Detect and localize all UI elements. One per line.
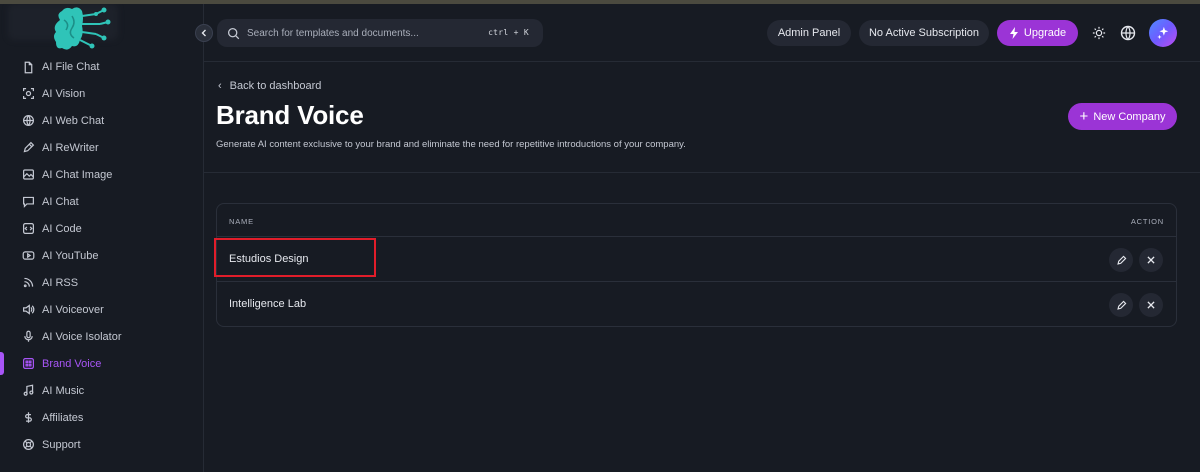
search-input[interactable] [247, 27, 477, 39]
globe-icon [21, 114, 35, 128]
search-bar[interactable]: ctrl + K [217, 19, 543, 47]
page-title: Brand Voice [216, 100, 364, 130]
main-content: ‹ Back to dashboard Brand Voice Generate… [204, 62, 1200, 472]
globe-icon [1120, 25, 1136, 41]
theme-toggle-button[interactable] [1088, 22, 1110, 44]
chevron-left-icon: ‹ [218, 80, 222, 92]
delete-button[interactable] [1139, 293, 1163, 317]
sidebar-item-ai-code[interactable]: AI Code [0, 215, 203, 242]
table-row: Intelligence Lab [217, 282, 1176, 327]
music-icon [21, 384, 35, 398]
companies-table: NAME ACTION Estudios Design Intelligence… [214, 203, 1177, 327]
sidebar-item-ai-chat-image[interactable]: AI Chat Image [0, 161, 203, 188]
speaker-icon [21, 303, 35, 317]
sidebar-item-brand-voice[interactable]: Brand Voice [0, 350, 203, 377]
company-name[interactable]: Estudios Design [229, 253, 309, 265]
chat-icon [21, 195, 35, 209]
lightning-icon [1009, 27, 1018, 39]
table-row: Estudios Design [214, 237, 1176, 282]
new-company-button[interactable]: + New Company [1068, 103, 1177, 130]
brand-icon [21, 357, 35, 371]
sidebar-item-ai-voiceover[interactable]: AI Voiceover [0, 296, 203, 323]
close-icon [1147, 256, 1155, 264]
sidebar-item-ai-voice-isolator[interactable]: AI Voice Isolator [0, 323, 203, 350]
dollar-icon [21, 411, 35, 425]
pencil-icon [1116, 300, 1126, 310]
delete-button[interactable] [1139, 248, 1163, 272]
sun-icon [1092, 26, 1106, 40]
scan-icon [21, 87, 35, 101]
youtube-icon [21, 249, 35, 263]
pen-icon [21, 141, 35, 155]
top-header: ctrl + K Admin Panel No Active Subscript… [195, 4, 1200, 62]
pencil-icon [1116, 255, 1126, 265]
sidebar: AI File Chat AI Vision AI Web Chat AI Re… [0, 4, 204, 472]
user-avatar[interactable] [1149, 19, 1177, 47]
column-header-name: NAME [229, 217, 254, 226]
chevron-left-icon [201, 29, 206, 37]
back-to-dashboard-link[interactable]: ‹ Back to dashboard [218, 80, 321, 92]
company-name[interactable]: Intelligence Lab [229, 298, 306, 310]
admin-panel-button[interactable]: Admin Panel [767, 20, 851, 46]
close-icon [1147, 301, 1155, 309]
collapse-sidebar-button[interactable] [195, 24, 213, 42]
search-shortcut: ctrl + K [488, 28, 529, 37]
active-indicator [0, 352, 4, 375]
search-icon [227, 27, 240, 39]
sidebar-item-ai-vision[interactable]: AI Vision [0, 80, 203, 107]
sidebar-item-ai-rewriter[interactable]: AI ReWriter [0, 134, 203, 161]
plus-icon: + [1079, 108, 1089, 125]
divider [204, 172, 1200, 173]
code-icon [21, 222, 35, 236]
sidebar-item-ai-chat[interactable]: AI Chat [0, 188, 203, 215]
sidebar-item-affiliates[interactable]: Affiliates [0, 404, 203, 431]
mic-icon [21, 330, 35, 344]
table-header: NAME ACTION [217, 204, 1176, 237]
subscription-button[interactable]: No Active Subscription [859, 20, 989, 46]
sidebar-item-ai-file-chat[interactable]: AI File Chat [0, 54, 203, 80]
upgrade-button[interactable]: Upgrade [997, 20, 1078, 46]
column-header-action: ACTION [1130, 217, 1164, 226]
rss-icon [21, 276, 35, 290]
sidebar-item-ai-youtube[interactable]: AI YouTube [0, 242, 203, 269]
edit-button[interactable] [1109, 293, 1133, 317]
edit-button[interactable] [1109, 248, 1133, 272]
sidebar-nav: AI File Chat AI Vision AI Web Chat AI Re… [0, 54, 203, 458]
logo-area [0, 4, 203, 60]
sparkle-icon [1157, 26, 1169, 40]
language-button[interactable] [1117, 22, 1139, 44]
page-subtitle: Generate AI content exclusive to your br… [216, 139, 686, 150]
sidebar-item-ai-web-chat[interactable]: AI Web Chat [0, 107, 203, 134]
sidebar-item-support[interactable]: Support [0, 431, 203, 458]
lifebuoy-icon [21, 438, 35, 452]
sidebar-item-ai-rss[interactable]: AI RSS [0, 269, 203, 296]
image-icon [21, 168, 35, 182]
sidebar-item-ai-music[interactable]: AI Music [0, 377, 203, 404]
file-icon [21, 60, 35, 74]
